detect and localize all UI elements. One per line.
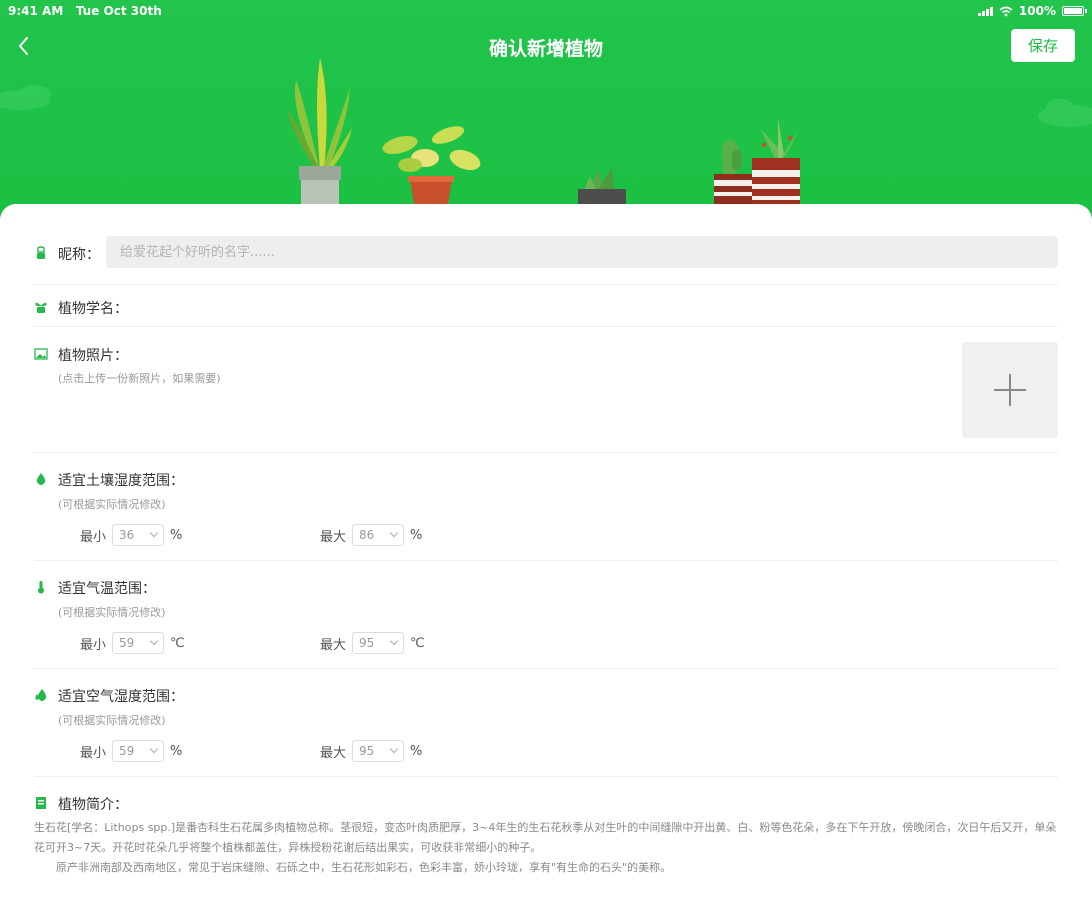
description-row: 植物简介： 生石花[学名：Lithops spp.]是番杏科生石花属多肉植物总称… xyxy=(34,792,1058,888)
max-label: 最大 xyxy=(320,637,347,653)
battery-percent: 100% xyxy=(1018,4,1056,18)
back-arrow-icon[interactable] xyxy=(12,32,36,60)
status-bar: 9:41 AM Tue Oct 30th 100% xyxy=(0,0,1092,22)
soil-humidity-min: 最小 36 % xyxy=(80,524,182,546)
temperature-max-select[interactable]: 95 xyxy=(352,632,405,654)
air-humidity-max: 最大 95 % xyxy=(320,740,422,762)
leafy-plant-icon xyxy=(382,126,481,204)
humidity-drops-icon xyxy=(35,689,47,701)
soil-humidity-min-select[interactable]: 36 xyxy=(112,524,165,546)
nickname-input[interactable] xyxy=(106,236,1058,268)
min-label: 最小 xyxy=(80,529,107,545)
temperature-row: 适宜气温范围： (可根据实际情况修改) 最小 59 ℃ 最大 95 ℃ xyxy=(34,576,1058,656)
divider xyxy=(34,284,1058,285)
air-humidity-label: 适宜空气湿度范围： xyxy=(58,689,184,705)
min-label: 最小 xyxy=(80,637,107,653)
status-time: 9:41 AM Tue Oct 30th xyxy=(8,4,162,18)
photo-label: 植物照片： xyxy=(58,348,128,364)
description-line-1: 生石花[学名：Lithops spp.]是番杏科生石花属多肉植物总称。茎很短，变… xyxy=(34,821,1057,854)
cellular-signal-icon xyxy=(977,6,993,16)
max-label: 最大 xyxy=(320,745,347,761)
temperature-hint: (可根据实际情况修改) xyxy=(58,606,166,619)
scientific-name-label: 植物学名： xyxy=(58,301,128,317)
thermometer-icon xyxy=(38,581,44,594)
pot-plant-icon xyxy=(37,246,45,259)
description-text: 生石花[学名：Lithops spp.]是番杏科生石花属多肉植物总称。茎很短，变… xyxy=(34,818,1058,878)
soil-humidity-label: 适宜土壤湿度范围： xyxy=(58,473,184,489)
photo-hint: (点击上传一份新照片，如果需要) xyxy=(58,372,221,385)
description-line-2: 原产非洲南部及西南地区，常见于岩床缝隙、石砾之中，生石花形如彩石，色彩丰富，娇小… xyxy=(56,861,672,874)
soil-humidity-max-select[interactable]: 86 xyxy=(352,524,405,546)
photo-row: 植物照片： (点击上传一份新照片，如果需要) xyxy=(34,342,1058,438)
air-humidity-row: 适宜空气湿度范围： (可根据实际情况修改) 最小 59 % 最大 95 % xyxy=(34,684,1058,764)
divider xyxy=(34,326,1058,327)
temperature-label: 适宜气温范围： xyxy=(58,581,156,597)
unit-label: % xyxy=(410,743,423,759)
divider xyxy=(34,452,1058,453)
wifi-icon xyxy=(999,6,1013,16)
save-button[interactable]: 保存 xyxy=(1011,29,1075,62)
air-humidity-min: 最小 59 % xyxy=(80,740,182,762)
description-label: 植物简介： xyxy=(58,797,128,813)
temperature-min-select[interactable]: 59 xyxy=(112,632,165,654)
status-indicators: 100% xyxy=(977,4,1087,18)
sprout-icon xyxy=(35,302,47,313)
nickname-label: 昵称： xyxy=(58,247,100,263)
unit-label: ℃ xyxy=(170,635,185,651)
unit-label: % xyxy=(410,527,423,543)
aloe-icon xyxy=(752,118,800,204)
water-drop-icon xyxy=(36,473,46,485)
nickname-row: 昵称： xyxy=(34,236,1058,270)
snake-plant-icon xyxy=(288,58,352,204)
divider xyxy=(34,776,1058,777)
air-humidity-hint: (可根据实际情况修改) xyxy=(58,714,166,727)
cactus-icon xyxy=(714,140,754,204)
air-humidity-min-select[interactable]: 59 xyxy=(112,740,165,762)
soil-humidity-row: 适宜土壤湿度范围： (可根据实际情况修改) 最小 36 % 最大 86 % xyxy=(34,468,1058,548)
scientific-name-row: 植物学名： xyxy=(34,296,1058,320)
succulent-icon xyxy=(578,168,626,204)
temperature-min: 最小 59 ℃ xyxy=(80,632,185,654)
unit-label: % xyxy=(170,743,183,759)
min-label: 最小 xyxy=(80,745,107,761)
air-humidity-max-select[interactable]: 95 xyxy=(352,740,405,762)
divider xyxy=(34,560,1058,561)
battery-icon xyxy=(1062,6,1087,16)
divider xyxy=(34,668,1058,669)
unit-label: % xyxy=(170,527,183,543)
image-icon xyxy=(34,348,48,360)
max-label: 最大 xyxy=(320,529,347,545)
unit-label: ℃ xyxy=(410,635,425,651)
form-card: 昵称： 植物学名： 植物照片： (点击上传一份新照片，如果需要) 适宜土壤湿度范… xyxy=(0,204,1092,900)
book-icon xyxy=(36,797,46,809)
soil-humidity-hint: (可根据实际情况修改) xyxy=(58,498,166,511)
add-photo-button[interactable] xyxy=(962,342,1058,438)
soil-humidity-max: 最大 86 % xyxy=(320,524,422,546)
temperature-max: 最大 95 ℃ xyxy=(320,632,425,654)
